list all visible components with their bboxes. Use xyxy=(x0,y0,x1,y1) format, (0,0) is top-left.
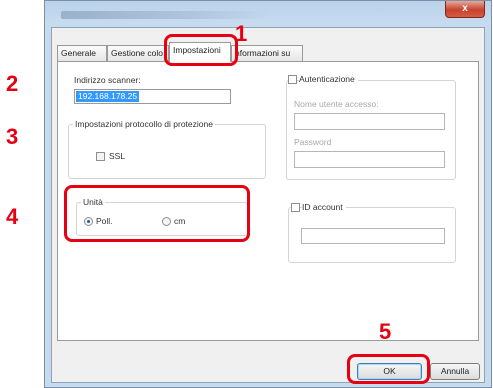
auth-checkbox[interactable] xyxy=(288,75,297,84)
id-account-checkbox[interactable] xyxy=(291,203,300,212)
cancel-button[interactable]: Annulla xyxy=(430,363,480,380)
scanner-address-field[interactable]: 192.168.178.25 xyxy=(74,89,231,104)
protocol-group-title: Impostazioni protocollo di protezione xyxy=(73,119,215,129)
tab-general[interactable]: Generale xyxy=(57,45,107,61)
scanner-address-label: Indirizzo scanner: xyxy=(74,75,141,85)
auth-label: Autenticazione xyxy=(299,74,358,84)
ok-button-highlight xyxy=(347,354,430,384)
ssl-checkbox[interactable] xyxy=(96,152,105,161)
title-bar: x xyxy=(45,1,491,27)
scanner-address-value: 192.168.178.25 xyxy=(76,91,140,102)
step-5-marker: 5 xyxy=(379,319,392,344)
ssl-label: SSL xyxy=(109,151,126,161)
step-2-marker: 2 xyxy=(6,71,19,96)
tab-color-management[interactable]: Gestione colo xyxy=(107,45,169,61)
id-account-field[interactable] xyxy=(301,228,445,244)
step-1-marker: 1 xyxy=(235,21,248,46)
close-button[interactable]: x xyxy=(445,1,485,18)
username-field[interactable] xyxy=(294,113,445,130)
password-label: Password xyxy=(294,137,332,147)
password-field[interactable] xyxy=(294,151,445,168)
step-4-marker: 4 xyxy=(6,204,19,229)
window-title-blurred xyxy=(61,11,271,19)
username-label: Nome utente accesso: xyxy=(294,99,379,109)
tab-information[interactable]: nformazioni su xyxy=(231,45,303,61)
units-highlight xyxy=(64,185,250,242)
step-3-marker: 3 xyxy=(6,124,19,149)
settings-tab-highlight xyxy=(164,34,238,66)
id-account-label: ID account xyxy=(302,202,346,212)
